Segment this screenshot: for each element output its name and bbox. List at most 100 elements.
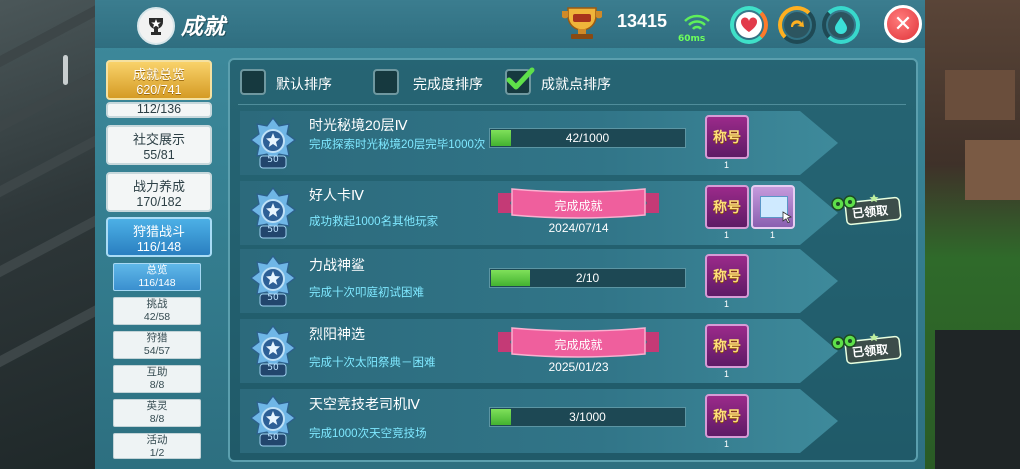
ping-readout: 60ms xyxy=(678,34,706,44)
achievement-description: 完成十次太阳祭典－困难 xyxy=(309,357,436,369)
achievement-description: 成功救起1000名其他玩家 xyxy=(309,216,439,228)
nav-item-count: 170/182 xyxy=(136,195,182,209)
achievement-description: 完成1000次天空竞技场 xyxy=(309,428,427,440)
title-reward[interactable]: 称号 xyxy=(705,185,749,229)
medal-points: 50 xyxy=(267,155,279,165)
nav-overview-label: 成就总览 xyxy=(132,67,185,82)
return-arrow-icon xyxy=(784,12,810,38)
sort-completion-checkbox[interactable] xyxy=(373,69,399,95)
health-status-button[interactable] xyxy=(730,6,768,44)
subnav-event[interactable]: 活动 1/2 xyxy=(113,433,201,459)
wifi-signal-icon xyxy=(684,14,710,30)
subnav-count: 54/57 xyxy=(143,345,171,357)
reward-label: 称号 xyxy=(713,339,741,355)
progress-bar: 42/1000 xyxy=(489,128,686,148)
subnav-count: 42/58 xyxy=(143,311,171,323)
sort-divider xyxy=(238,104,906,105)
nav-item-hunting[interactable]: 狩猎战斗 116/148 xyxy=(106,217,212,257)
reward-quantity: 1 xyxy=(724,299,730,309)
reward-label: 称号 xyxy=(713,200,741,216)
reward-quantity: 1 xyxy=(724,230,730,240)
scene-background-left xyxy=(0,0,115,469)
achievement-points: 13415 xyxy=(617,11,668,31)
medal-points: 50 xyxy=(267,293,279,303)
sort-default-label: 默认排序 xyxy=(276,76,332,92)
achievement-name: 天空竞技老司机Ⅳ xyxy=(309,396,420,412)
nav-item-label: 社交展示 xyxy=(132,132,185,147)
completion-date: 2024/07/14 xyxy=(548,221,609,235)
title-reward[interactable]: 称号 xyxy=(705,115,749,159)
nav-item-count: 116/148 xyxy=(136,240,182,254)
title-reward[interactable]: 称号 xyxy=(705,394,749,438)
subnav-challenge[interactable]: 挑战 42/58 xyxy=(113,297,201,325)
progress-text: 2/10 xyxy=(575,271,600,285)
nav-item-cut-off-count: 112/136 xyxy=(136,102,182,116)
complete-label: 完成成就 xyxy=(554,338,603,352)
subnav-label: 挑战 xyxy=(146,298,168,310)
subnav-hero-spirit[interactable]: 英灵 8/8 xyxy=(113,399,201,427)
reward-quantity: 1 xyxy=(724,160,730,170)
progress-text: 3/1000 xyxy=(569,410,606,424)
progress-bar: 2/10 xyxy=(489,268,686,288)
complete-label: 完成成就 xyxy=(554,199,603,213)
page-title: 成就 xyxy=(181,15,226,40)
nav-item-count: 55/81 xyxy=(143,148,175,162)
reward-label: 称号 xyxy=(713,269,741,285)
nav-overview-count: 620/741 xyxy=(136,83,182,97)
nav-item-social[interactable]: 社交展示 55/81 xyxy=(106,125,212,165)
title-reward[interactable]: 称号 xyxy=(705,324,749,368)
subnav-label: 狩猎 xyxy=(146,332,168,344)
nav-item-power[interactable]: 战力养成 170/182 xyxy=(106,172,212,212)
achievement-name: 烈阳神选 xyxy=(309,326,365,342)
close-button[interactable]: ✕ xyxy=(884,5,922,43)
subnav-overview[interactable]: 总览 116/148 xyxy=(113,263,201,291)
sort-points-label: 成就点排序 xyxy=(541,76,611,92)
sort-completion-label: 完成度排序 xyxy=(413,76,483,92)
nav-item-label: 狩猎战斗 xyxy=(132,224,185,239)
sort-default-checkbox[interactable] xyxy=(240,69,266,95)
close-icon: ✕ xyxy=(893,11,913,37)
heart-icon xyxy=(736,12,762,38)
reward-label: 称号 xyxy=(713,409,741,425)
water-status-button[interactable] xyxy=(822,6,860,44)
completion-date: 2025/01/23 xyxy=(548,360,609,374)
scene-background-right xyxy=(925,0,1020,469)
reward-label: 称号 xyxy=(713,130,741,146)
drag-handle[interactable] xyxy=(63,55,68,85)
subnav-count: 8/8 xyxy=(149,413,165,425)
nav-item-cut-off[interactable]: 112/136 xyxy=(106,102,212,118)
stamina-status-button[interactable] xyxy=(778,6,816,44)
card-reward[interactable] xyxy=(751,185,795,229)
reward-quantity: 1 xyxy=(724,369,730,379)
subnav-label: 总览 xyxy=(146,264,168,276)
achievement-name: 时光秘境20层Ⅳ xyxy=(309,117,408,133)
subnav-count: 116/148 xyxy=(138,277,176,289)
medal-points: 50 xyxy=(267,433,279,443)
progress-text: 42/1000 xyxy=(565,131,610,145)
subnav-hunting[interactable]: 狩猎 54/57 xyxy=(113,331,201,359)
subnav-label: 互助 xyxy=(146,366,168,378)
achievement-name: 好人卡Ⅳ xyxy=(309,187,364,203)
nav-item-label: 战力养成 xyxy=(132,179,185,194)
subnav-count: 1/2 xyxy=(149,447,165,459)
subnav-mutual-help[interactable]: 互助 8/8 xyxy=(113,365,201,393)
sort-points-checkbox[interactable] xyxy=(505,67,535,95)
medal-points: 50 xyxy=(267,225,279,235)
trophy-star-icon xyxy=(137,7,175,45)
achievement-description: 完成十次叩庭初试困难 xyxy=(309,287,424,299)
achievement-name: 力战神鲨 xyxy=(309,257,365,273)
title-reward[interactable]: 称号 xyxy=(705,254,749,298)
reward-quantity: 1 xyxy=(724,439,730,449)
subnav-label: 活动 xyxy=(146,434,168,446)
reward-quantity: 1 xyxy=(770,230,776,240)
trophy-cup-icon xyxy=(562,7,602,39)
subnav-count: 8/8 xyxy=(149,379,165,391)
subnav-label: 英灵 xyxy=(146,400,168,412)
achievement-description: 完成探索时光秘境20层完毕1000次 xyxy=(309,139,486,151)
pointer-hand-icon xyxy=(782,211,792,223)
checkmark-icon xyxy=(506,67,535,90)
progress-bar: 3/1000 xyxy=(489,407,686,427)
nav-overview[interactable]: 成就总览 620/741 xyxy=(106,60,212,100)
medal-points: 50 xyxy=(267,363,279,373)
water-drop-icon xyxy=(828,12,854,38)
